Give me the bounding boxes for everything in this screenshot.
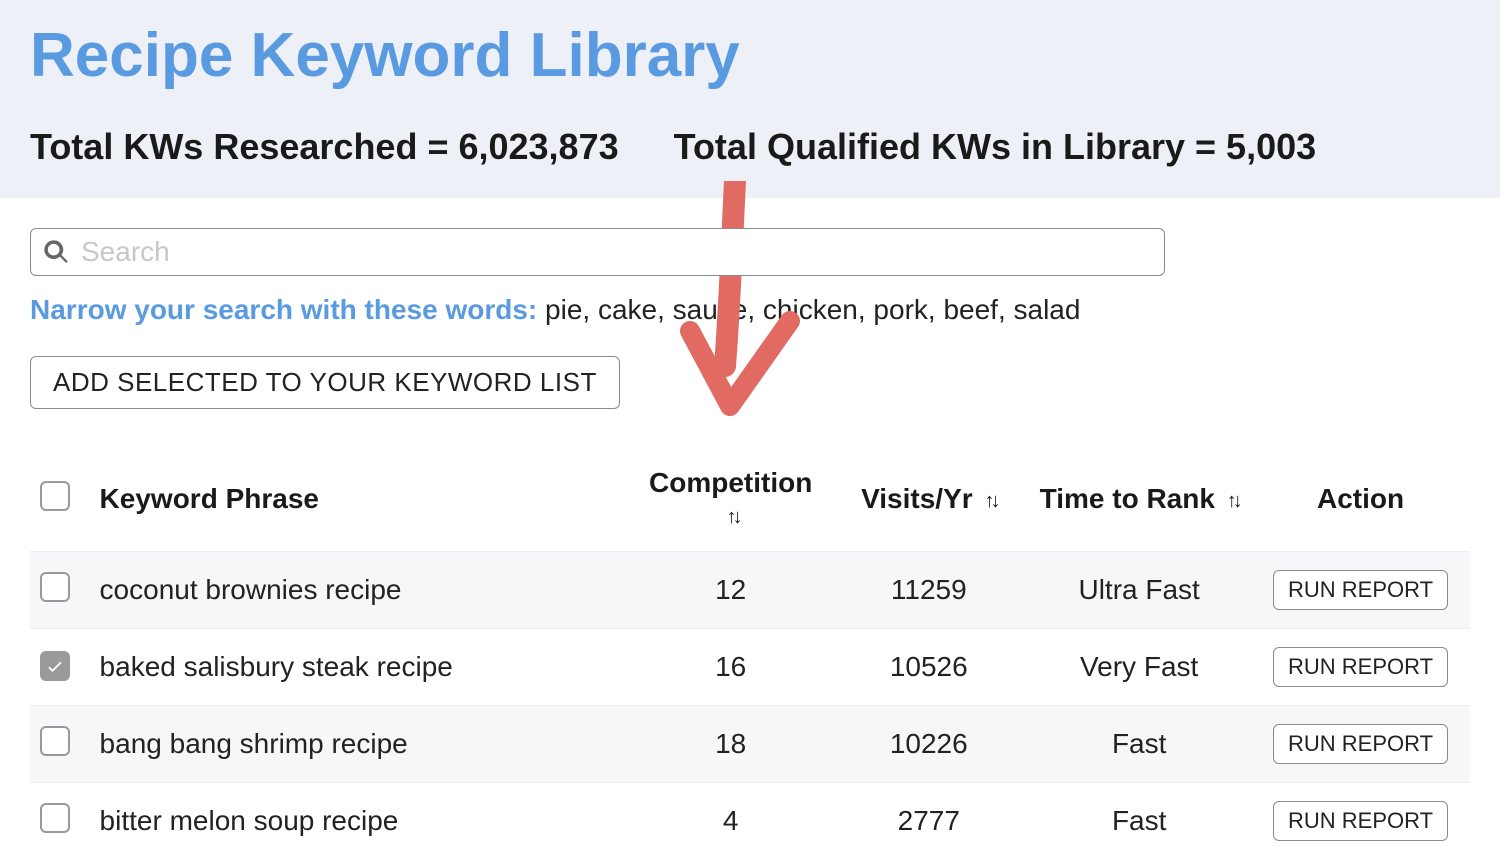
sort-icon: ↑↓ [984, 490, 996, 512]
cell-phrase: bang bang shrimp recipe [90, 706, 631, 783]
search-input[interactable] [30, 228, 1165, 276]
cell-visits: 11259 [830, 552, 1027, 629]
col-header-competition-label: Competition [649, 467, 812, 498]
table-row: baked salisbury steak recipe1610526Very … [30, 629, 1470, 706]
row-checkbox[interactable] [40, 572, 70, 602]
sort-icon: ↑↓ [1227, 490, 1239, 512]
cell-visits: 10226 [830, 706, 1027, 783]
header-band: Recipe Keyword Library Total KWs Researc… [0, 0, 1500, 198]
cell-rank: Fast [1027, 783, 1251, 859]
checkmark-icon [45, 656, 65, 676]
table-row: coconut brownies recipe1211259Ultra Fast… [30, 552, 1470, 629]
cell-phrase: bitter melon soup recipe [90, 783, 631, 859]
cell-visits: 10526 [830, 629, 1027, 706]
stat-researched-label: Total KWs Researched = [30, 126, 458, 167]
row-checkbox[interactable] [40, 651, 70, 681]
table-header-row: Keyword Phrase Competition ↑↓ Visits/Yr … [30, 453, 1470, 552]
col-header-rank[interactable]: Time to Rank ↑↓ [1027, 453, 1251, 552]
col-header-visits[interactable]: Visits/Yr ↑↓ [830, 453, 1027, 552]
stat-qualified-value: 5,003 [1226, 126, 1316, 167]
table-row: bitter melon soup recipe42777Fast RUN REP… [30, 783, 1470, 859]
stat-researched: Total KWs Researched = 6,023,873 [30, 126, 619, 168]
row-checkbox[interactable] [40, 803, 70, 833]
narrow-words[interactable]: pie, cake, sauce, chicken, pork, beef, s… [545, 294, 1080, 325]
cell-rank: Fast [1027, 706, 1251, 783]
sort-icon: ↑↓ [727, 506, 739, 528]
run-report-button[interactable]: RUN REPORT [1273, 570, 1448, 610]
cell-competition: 16 [631, 629, 830, 706]
add-selected-button[interactable]: ADD SELECTED TO YOUR KEYWORD LIST [30, 356, 620, 409]
stat-qualified-label: Total Qualified KWs in Library = [674, 126, 1226, 167]
stat-researched-value: 6,023,873 [458, 126, 618, 167]
cell-rank: Very Fast [1027, 629, 1251, 706]
cell-phrase: coconut brownies recipe [90, 552, 631, 629]
narrow-prompt: Narrow your search with these words: [30, 294, 545, 325]
col-header-phrase[interactable]: Keyword Phrase [90, 453, 631, 552]
col-header-rank-label: Time to Rank [1040, 483, 1215, 514]
row-checkbox[interactable] [40, 726, 70, 756]
page-title: Recipe Keyword Library [30, 20, 1470, 91]
content-area: Narrow your search with these words: pie… [0, 198, 1500, 859]
table-row: bang bang shrimp recipe1810226Fast RUN RE… [30, 706, 1470, 783]
narrow-search-hint: Narrow your search with these words: pie… [30, 294, 1470, 326]
cell-rank: Ultra Fast [1027, 552, 1251, 629]
cell-visits: 2777 [830, 783, 1027, 859]
cell-competition: 18 [631, 706, 830, 783]
search-icon [42, 238, 70, 266]
select-all-checkbox[interactable] [40, 481, 70, 511]
col-header-visits-label: Visits/Yr [861, 483, 973, 514]
cell-competition: 4 [631, 783, 830, 859]
run-report-button[interactable]: RUN REPORT [1273, 801, 1448, 841]
cell-phrase: baked salisbury steak recipe [90, 629, 631, 706]
keyword-table: Keyword Phrase Competition ↑↓ Visits/Yr … [30, 453, 1470, 859]
cell-competition: 12 [631, 552, 830, 629]
stat-qualified: Total Qualified KWs in Library = 5,003 [674, 126, 1317, 168]
col-header-action: Action [1251, 453, 1470, 552]
stats-row: Total KWs Researched = 6,023,873 Total Q… [30, 126, 1470, 168]
run-report-button[interactable]: RUN REPORT [1273, 724, 1448, 764]
run-report-button[interactable]: RUN REPORT [1273, 647, 1448, 687]
search-wrap [30, 228, 1165, 276]
col-header-competition[interactable]: Competition ↑↓ [631, 453, 830, 552]
